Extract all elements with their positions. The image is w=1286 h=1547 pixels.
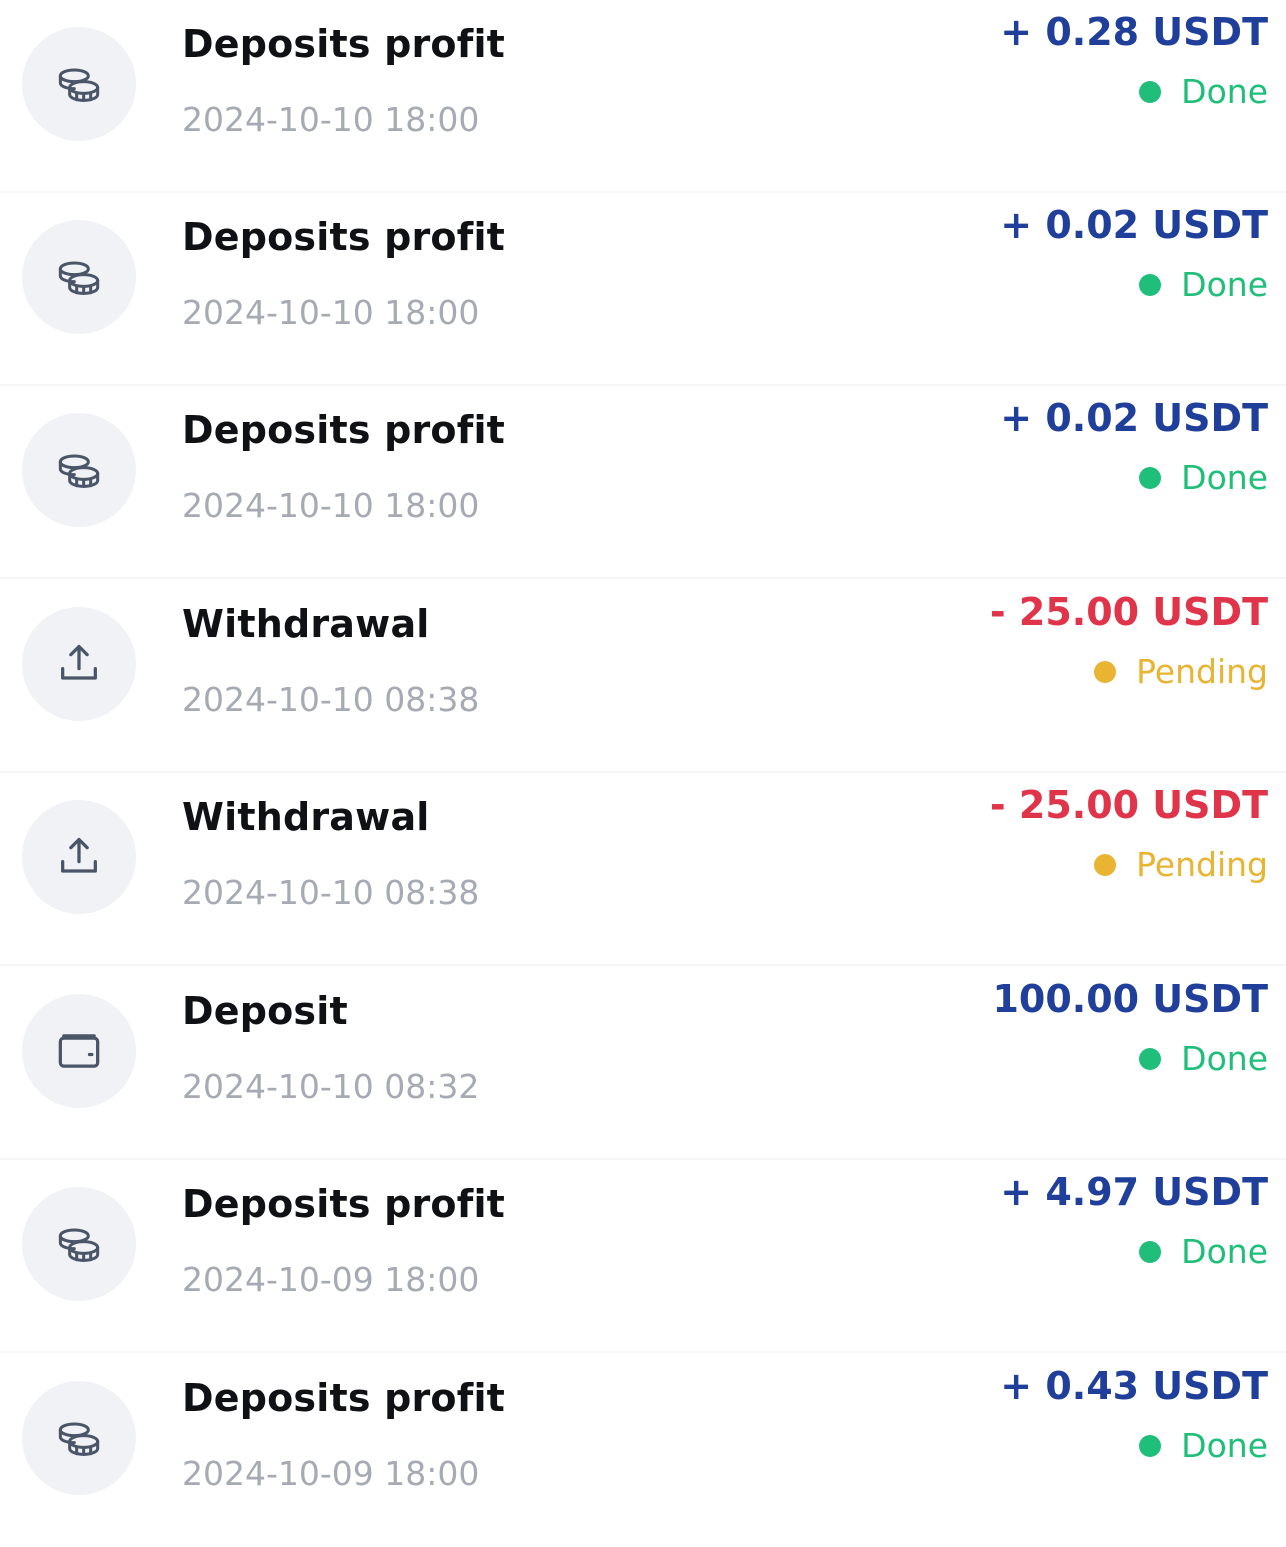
transaction-title: Deposits profit — [182, 408, 506, 452]
transaction-amount: - 25.00 USDT — [989, 783, 1268, 827]
transaction-amount: + 0.02 USDT — [1000, 396, 1268, 440]
status-dot-icon — [1139, 1047, 1162, 1070]
transaction-date: 2024-10-10 18:00 — [182, 100, 480, 139]
transaction-list: Deposits profit 2024-10-10 18:00 + 0.28 … — [0, 0, 1286, 1495]
transaction-row[interactable]: Deposits profit 2024-10-10 18:00 + 0.02 … — [0, 386, 1286, 579]
status-dot-icon — [1139, 1434, 1162, 1457]
status-label: Done — [1181, 1232, 1268, 1271]
transaction-date: 2024-10-09 18:00 — [182, 1260, 480, 1299]
transaction-amount: + 0.43 USDT — [1000, 1364, 1268, 1408]
status-label: Done — [1181, 72, 1268, 111]
transaction-row[interactable]: Withdrawal 2024-10-10 08:38 - 25.00 USDT… — [0, 580, 1286, 773]
transaction-title: Deposit — [182, 989, 348, 1033]
transaction-title: Withdrawal — [182, 795, 430, 839]
transaction-amount: 100.00 USDT — [992, 977, 1268, 1021]
wallet-icon — [22, 994, 136, 1108]
coins-icon — [22, 27, 136, 141]
transaction-amount: - 25.00 USDT — [989, 590, 1268, 634]
status-badge: Pending — [1094, 845, 1268, 884]
status-badge: Pending — [1094, 652, 1268, 691]
transaction-date: 2024-10-10 18:00 — [182, 486, 480, 525]
transaction-title: Deposits profit — [182, 22, 506, 66]
coins-icon — [22, 220, 136, 334]
row-divider — [0, 1351, 1286, 1353]
transaction-date: 2024-10-10 08:38 — [182, 873, 480, 912]
status-badge: Done — [1139, 1426, 1268, 1465]
transaction-date: 2024-10-10 08:38 — [182, 680, 480, 719]
transaction-date: 2024-10-10 08:32 — [182, 1067, 480, 1106]
status-label: Done — [1181, 265, 1268, 304]
status-badge: Done — [1139, 1232, 1268, 1271]
status-label: Done — [1181, 1039, 1268, 1078]
status-dot-icon — [1139, 273, 1162, 296]
transaction-row[interactable]: Deposits profit 2024-10-09 18:00 + 0.43 … — [0, 1354, 1286, 1547]
status-dot-icon — [1094, 660, 1117, 683]
status-dot-icon — [1094, 853, 1117, 876]
status-dot-icon — [1139, 80, 1162, 103]
status-label: Done — [1181, 458, 1268, 497]
transaction-row[interactable]: Deposit 2024-10-10 08:32 100.00 USDT Don… — [0, 967, 1286, 1160]
status-label: Done — [1181, 1426, 1268, 1465]
transaction-title: Deposits profit — [182, 1376, 506, 1420]
status-label: Pending — [1136, 845, 1268, 884]
coins-icon — [22, 1187, 136, 1301]
transaction-title: Deposits profit — [182, 1182, 506, 1226]
status-label: Pending — [1136, 652, 1268, 691]
status-dot-icon — [1139, 466, 1162, 489]
transaction-row[interactable]: Withdrawal 2024-10-10 08:38 - 25.00 USDT… — [0, 773, 1286, 966]
status-badge: Done — [1139, 72, 1268, 111]
status-dot-icon — [1139, 1240, 1162, 1263]
row-divider — [0, 577, 1286, 579]
upload-icon — [22, 800, 136, 914]
transaction-row[interactable]: Deposits profit 2024-10-10 18:00 + 0.02 … — [0, 193, 1286, 386]
row-divider — [0, 964, 1286, 966]
status-badge: Done — [1139, 1039, 1268, 1078]
transaction-row[interactable]: Deposits profit 2024-10-09 18:00 + 4.97 … — [0, 1160, 1286, 1353]
transaction-date: 2024-10-10 18:00 — [182, 293, 480, 332]
transaction-row[interactable]: Deposits profit 2024-10-10 18:00 + 0.28 … — [0, 0, 1286, 193]
transaction-amount: + 4.97 USDT — [1000, 1170, 1268, 1214]
coins-icon — [22, 1381, 136, 1495]
transaction-title: Withdrawal — [182, 602, 430, 646]
transaction-amount: + 0.02 USDT — [1000, 203, 1268, 247]
status-badge: Done — [1139, 458, 1268, 497]
transaction-date: 2024-10-09 18:00 — [182, 1454, 480, 1493]
coins-icon — [22, 413, 136, 527]
transaction-title: Deposits profit — [182, 215, 506, 259]
upload-icon — [22, 607, 136, 721]
status-badge: Done — [1139, 265, 1268, 304]
transaction-amount: + 0.28 USDT — [1000, 10, 1268, 54]
